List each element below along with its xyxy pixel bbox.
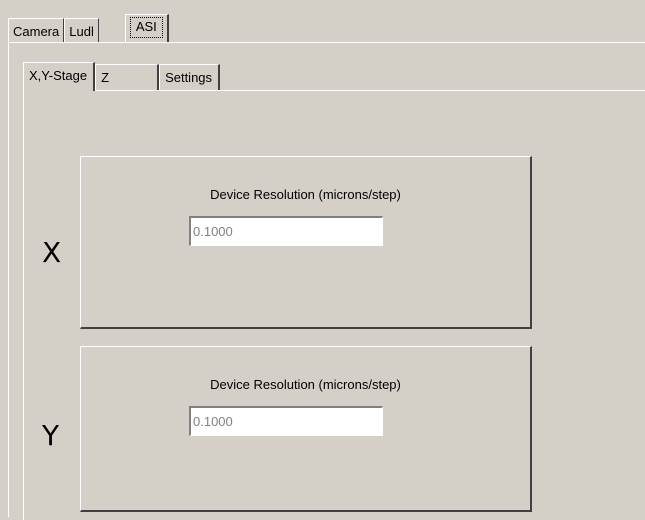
tab-settings-label: Settings bbox=[165, 70, 213, 85]
tab-xy-stage-label: X,Y-Stage bbox=[29, 68, 88, 83]
tab-xy-stage[interactable]: X,Y-Stage bbox=[23, 62, 96, 91]
x-device-resolution-label: Device Resolution (microns/step) bbox=[210, 187, 401, 202]
inner-tab-strip: X,Y-Stage Z Settings bbox=[23, 61, 221, 91]
y-axis-letter: Y bbox=[42, 419, 60, 452]
y-device-resolution-label: Device Resolution (microns/step) bbox=[210, 377, 401, 392]
x-axis-group: Device Resolution (microns/step) bbox=[80, 156, 532, 329]
tab-asi[interactable]: ASI bbox=[124, 14, 169, 42]
x-device-resolution-field[interactable] bbox=[189, 216, 383, 246]
tab-camera[interactable]: Camera bbox=[8, 18, 65, 42]
y-axis-group: Device Resolution (microns/step) bbox=[80, 346, 532, 512]
x-axis-letter: X bbox=[42, 236, 62, 269]
outer-tab-strip: Camera Ludl ASI bbox=[8, 14, 169, 42]
tab-ludl[interactable]: Ludl bbox=[64, 18, 99, 42]
tab-z[interactable]: Z bbox=[95, 64, 160, 91]
tab-camera-label: Camera bbox=[13, 24, 60, 39]
tab-ludl-label: Ludl bbox=[69, 24, 94, 39]
tab-asi-label: ASI bbox=[129, 17, 163, 38]
y-device-resolution-field[interactable] bbox=[189, 406, 383, 436]
tab-z-label: Z bbox=[101, 70, 110, 85]
tab-settings[interactable]: Settings bbox=[159, 64, 221, 91]
